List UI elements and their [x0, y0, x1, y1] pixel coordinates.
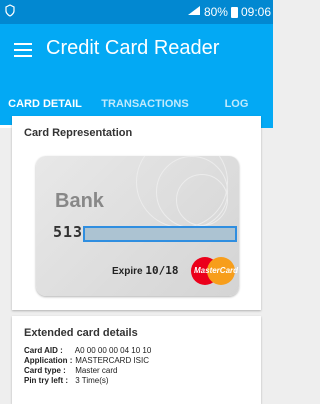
brand-name: MasterCard	[194, 266, 239, 275]
card-representation-panel: Card Representation Bank 513 Expire 10/1…	[12, 116, 261, 310]
card-number: 513	[53, 223, 84, 241]
mastercard-logo-icon: MasterCard	[191, 257, 239, 287]
app-bar: Credit Card Reader	[0, 24, 273, 80]
battery-percent: 80%	[203, 5, 228, 19]
credit-card-graphic: Bank 513 Expire 10/18 MasterCard	[36, 156, 239, 296]
signal-icon	[187, 5, 201, 19]
status-bar: 80% 09:06	[0, 0, 273, 24]
detail-key: Card type :	[24, 366, 66, 375]
detail-row-application: Application : MASTERCARD ISIC	[24, 356, 151, 366]
hamburger-menu-icon[interactable]	[14, 43, 32, 57]
shield-icon	[5, 4, 15, 20]
expiry: Expire 10/18	[112, 264, 178, 277]
expire-date: 10/18	[145, 264, 179, 277]
bank-name: Bank	[55, 190, 104, 212]
detail-row-pin-tries: Pin try left : 3 Time(s)	[24, 376, 151, 386]
app-title: Credit Card Reader	[46, 37, 220, 59]
clock: 09:06	[240, 5, 271, 19]
card-number-mask	[83, 226, 237, 242]
battery-icon	[230, 6, 238, 18]
extended-details-heading: Extended card details	[24, 327, 138, 339]
detail-value: A0 00 00 00 04 10 10	[74, 346, 152, 355]
detail-value: Master card	[75, 366, 118, 375]
detail-key: Pin try left :	[24, 376, 69, 385]
card-representation-heading: Card Representation	[24, 127, 133, 139]
details-list: Card AID : A0 00 00 00 04 10 10 Applicat…	[24, 346, 151, 386]
detail-value: MASTERCARD ISIC	[75, 356, 150, 365]
detail-key: Card AID :	[24, 346, 63, 355]
detail-row-aid: Card AID : A0 00 00 00 04 10 10	[24, 346, 151, 356]
detail-row-card-type: Card type : Master card	[24, 366, 151, 376]
extended-details-panel: Extended card details Card AID : A0 00 0…	[12, 316, 261, 404]
expire-label: Expire	[112, 266, 143, 277]
detail-value: 3 Time(s)	[75, 376, 109, 385]
detail-key: Application :	[24, 356, 73, 365]
